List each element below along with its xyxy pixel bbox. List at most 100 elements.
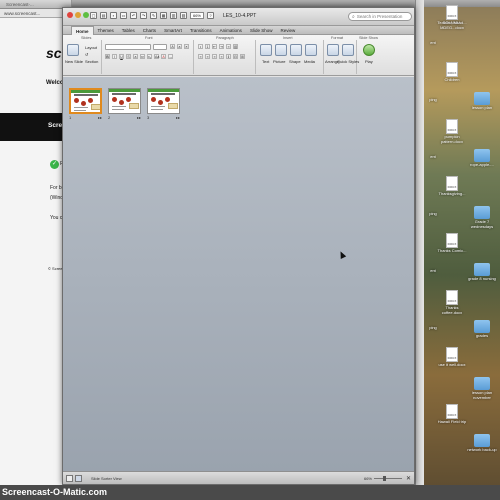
browser-tab-title[interactable]: Screencast-... — [6, 2, 34, 7]
desktop-document[interactable]: DOCX Hawaii Field trip — [437, 404, 467, 425]
search-box[interactable]: ⌕ — [348, 12, 412, 21]
font-color-button[interactable]: A — [161, 54, 166, 59]
bold-button[interactable]: B — [105, 54, 110, 59]
text-direction-icon[interactable]: ⇕ — [226, 54, 231, 59]
search-input[interactable] — [356, 14, 409, 19]
desktop-document[interactable]: DOCX Thanks coffee.docx — [437, 290, 467, 315]
browser-tab-bar[interactable]: Screencast-... — [0, 0, 71, 9]
desktop-item-partial[interactable]: ping — [424, 325, 442, 331]
tab-charts[interactable]: Charts — [139, 26, 160, 35]
arrange-icon[interactable] — [327, 44, 339, 56]
zoom-slider-knob[interactable] — [383, 476, 386, 481]
decrease-font-icon[interactable]: a — [177, 44, 182, 49]
change-case-button[interactable]: Aa — [154, 54, 159, 59]
desktop-document[interactable]: DOCX pumpkin pattern.docx — [437, 119, 467, 144]
clear-format-icon[interactable]: ✕ — [184, 44, 189, 49]
save-icon[interactable]: ▪ — [110, 12, 117, 19]
toolbox-icon[interactable]: ▧ — [180, 12, 187, 19]
gallery-icon[interactable]: ▦ — [160, 12, 167, 19]
powerpoint-window[interactable]: ▢ ▤ ▪ ▭ ↶ ↷ ✎ ▦ ▥ ▧ 66% ? LES_10-4.PPT ⌕… — [62, 7, 415, 485]
redo-icon[interactable]: ↷ — [140, 12, 147, 19]
tab-home[interactable]: Home — [71, 26, 94, 35]
tab-review[interactable]: Review — [276, 26, 299, 35]
font-name-dropdown[interactable] — [105, 44, 151, 50]
slide-thumbnail-item[interactable]: 3 ▸▸ — [147, 88, 180, 120]
desktop-folder[interactable]: lesson plan — [467, 92, 497, 111]
slide-thumbnail-item[interactable]: 1 ▸▸ — [69, 88, 102, 120]
bullets-icon[interactable]: • — [198, 44, 203, 49]
new-document-icon[interactable]: ▢ — [90, 12, 97, 19]
open-icon[interactable]: ▤ — [100, 12, 107, 19]
align-center-icon[interactable]: ≡ — [205, 54, 210, 59]
normal-view-button[interactable] — [66, 475, 73, 482]
desktop-document[interactable]: DOCX use it well.docx — [437, 347, 467, 368]
format-painter-icon[interactable]: ✎ — [150, 12, 157, 19]
align-right-icon[interactable]: ≡ — [212, 54, 217, 59]
align-left-icon[interactable]: ≡ — [198, 54, 203, 59]
text-button[interactable]: Text — [262, 59, 269, 64]
browser-url-bar[interactable]: www.screencast... — [0, 9, 71, 18]
quick-styles-button[interactable]: Quick Styles — [337, 59, 359, 64]
desktop-document[interactable]: DOCX SOLNMU-MDEG...docx — [437, 5, 467, 30]
tab-transitions[interactable]: Transitions — [186, 26, 216, 35]
tab-animations[interactable]: Animations — [216, 26, 246, 35]
desktop-folder[interactable]: rope-apple-... — [467, 149, 497, 168]
new-slide-icon[interactable] — [67, 44, 79, 56]
slide-sorter-area[interactable]: 1 ▸▸ 2 ▸▸ 3 ▸▸ — [63, 77, 414, 472]
decrease-indent-icon[interactable]: ⇤ — [212, 44, 217, 49]
desktop-folder[interactable]: Grade 7 wednesdays — [467, 206, 497, 229]
help-icon[interactable]: ? — [207, 12, 214, 19]
character-spacing-button[interactable]: ↔ — [168, 54, 173, 59]
increase-indent-icon[interactable]: ⇥ — [219, 44, 224, 49]
media-button[interactable]: Media — [304, 59, 315, 64]
desktop-folder[interactable]: network back-up — [467, 434, 497, 453]
minimize-window-button[interactable] — [75, 12, 81, 18]
strikethrough-button[interactable]: a — [133, 54, 138, 59]
columns-icon[interactable]: ▥ — [233, 44, 238, 49]
slide-thumbnail[interactable] — [108, 88, 141, 114]
tab-themes[interactable]: Themes — [94, 26, 118, 35]
quick-styles-icon[interactable] — [342, 44, 354, 56]
desktop-folder[interactable]: grades — [467, 320, 497, 339]
slide-thumbnail[interactable] — [69, 88, 102, 114]
desktop-document[interactable]: DOCX Thanksgiving... — [437, 176, 467, 197]
justify-icon[interactable]: ≡ — [219, 54, 224, 59]
desktop-item-partial[interactable]: ent — [424, 268, 442, 274]
text-box-icon[interactable] — [260, 44, 272, 56]
zoom-window-button[interactable] — [83, 12, 89, 18]
new-slide-button[interactable]: New Slide — [65, 59, 83, 64]
numbering-icon[interactable]: 1 — [205, 44, 210, 49]
tab-smartart[interactable]: SmartArt — [160, 26, 186, 35]
print-icon[interactable]: ▭ — [120, 12, 127, 19]
desktop-folder[interactable]: grade 8 nursing — [467, 263, 497, 282]
layout-button[interactable]: Layout — [85, 45, 97, 50]
tab-slide-show[interactable]: Slide Show — [246, 26, 277, 35]
superscript-button[interactable]: x² — [140, 54, 145, 59]
shape-button[interactable]: Shape — [289, 59, 301, 64]
slide-thumbnail[interactable] — [147, 88, 180, 114]
zoom-slider[interactable] — [374, 478, 402, 479]
undo-icon[interactable]: ↶ — [130, 12, 137, 19]
zoom-field[interactable]: 66% — [190, 12, 204, 19]
line-spacing-icon[interactable]: ≡ — [226, 44, 231, 49]
reset-icon[interactable]: ↺ — [85, 52, 88, 57]
underline-button[interactable]: U — [119, 54, 124, 59]
desktop-folder[interactable]: lesson plan november — [467, 377, 497, 400]
desktop-item-partial[interactable]: ping — [424, 211, 442, 217]
desktop-item-partial[interactable]: ent — [424, 154, 442, 160]
shape-icon[interactable] — [290, 44, 302, 56]
smartart-convert-icon[interactable]: ⊞ — [240, 54, 245, 59]
section-button[interactable]: Section — [85, 59, 98, 64]
shadow-button[interactable]: S — [126, 54, 131, 59]
window-titlebar[interactable]: ▢ ▤ ▪ ▭ ↶ ↷ ✎ ▦ ▥ ▧ 66% ? LES_10-4.PPT ⌕ — [63, 8, 414, 26]
desktop-item-partial[interactable]: ent — [424, 40, 442, 46]
slide-sorter-view-button[interactable] — [75, 475, 82, 482]
align-text-icon[interactable]: ⊟ — [233, 54, 238, 59]
play-button[interactable]: Play — [365, 59, 373, 64]
desktop-document[interactable]: DOCX Thanks Comic... — [437, 233, 467, 254]
increase-font-icon[interactable]: A — [170, 44, 175, 49]
tab-tables[interactable]: Tables — [118, 26, 139, 35]
play-icon[interactable] — [363, 44, 375, 56]
subscript-button[interactable]: x₂ — [147, 54, 152, 59]
slide-thumbnail-item[interactable]: 2 ▸▸ — [108, 88, 141, 120]
